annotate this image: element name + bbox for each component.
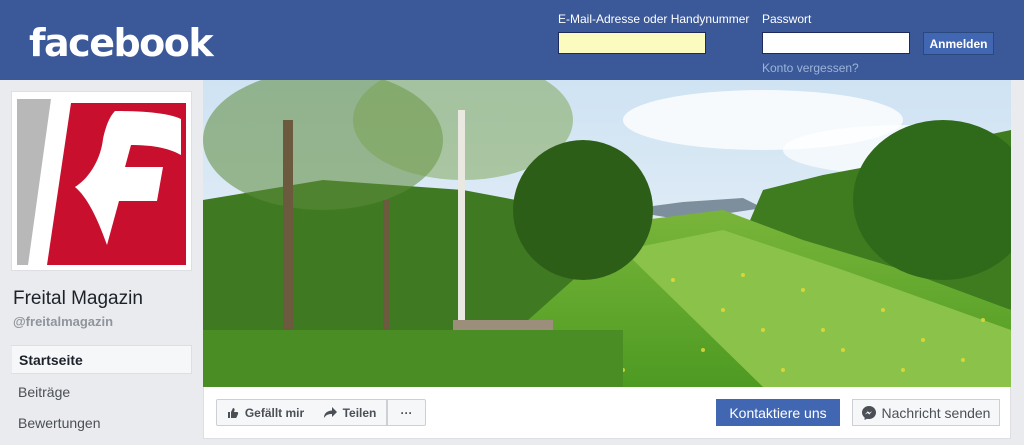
freital-magazin-logo bbox=[17, 97, 186, 265]
more-options-button[interactable]: ··· bbox=[387, 399, 426, 426]
facebook-logo[interactable]: facebook bbox=[29, 21, 214, 65]
cover-photo[interactable] bbox=[203, 80, 1011, 387]
more-icon: ··· bbox=[400, 405, 413, 420]
forgot-account-link[interactable]: Konto vergessen? bbox=[762, 61, 859, 75]
password-label: Passwort bbox=[762, 12, 812, 26]
like-label: Gefällt mir bbox=[244, 405, 305, 420]
top-navigation-bar: facebook E-Mail-Adresse oder Handynummer… bbox=[0, 0, 1024, 80]
send-message-button[interactable]: Nachricht senden bbox=[852, 399, 1000, 426]
share-arrow-icon bbox=[323, 407, 337, 418]
password-field[interactable] bbox=[762, 32, 910, 54]
login-button[interactable]: Anmelden bbox=[923, 32, 994, 55]
page-action-bar: Gefällt mir Teilen ··· Kontaktiere uns N… bbox=[203, 387, 1011, 439]
page-handle[interactable]: @freitalmagazin bbox=[13, 314, 113, 329]
thumbs-up-icon bbox=[227, 407, 239, 418]
contact-us-button[interactable]: Kontaktiere uns bbox=[716, 399, 840, 426]
sidebar-item-home[interactable]: Startseite bbox=[10, 345, 192, 374]
message-label: Nachricht senden bbox=[881, 404, 991, 421]
share-label: Teilen bbox=[342, 405, 377, 420]
profile-picture[interactable] bbox=[11, 91, 192, 271]
share-button[interactable]: Teilen bbox=[314, 399, 387, 426]
messenger-icon bbox=[861, 405, 876, 420]
sidebar-item-reviews[interactable]: Bewertungen bbox=[10, 408, 192, 437]
page-title: Freital Magazin bbox=[13, 288, 143, 309]
email-field[interactable] bbox=[558, 32, 706, 54]
contact-label: Kontaktiere uns bbox=[729, 404, 827, 421]
sidebar-item-posts[interactable]: Beiträge bbox=[10, 377, 192, 406]
email-label: E-Mail-Adresse oder Handynummer bbox=[558, 12, 750, 26]
like-button[interactable]: Gefällt mir bbox=[216, 399, 315, 426]
